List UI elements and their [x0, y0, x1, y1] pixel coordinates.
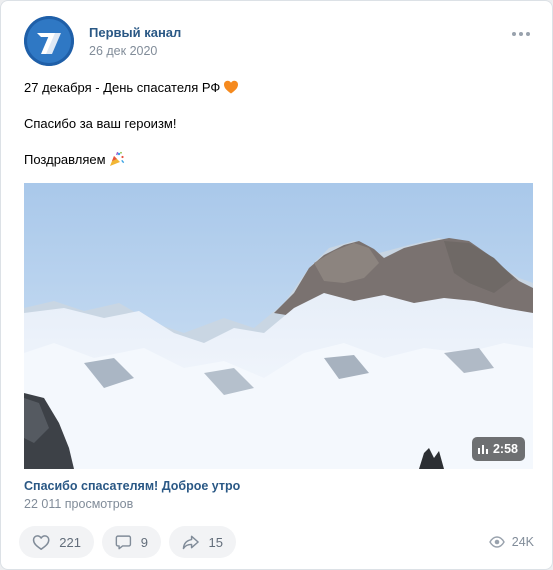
like-button[interactable]: 221 [19, 526, 94, 558]
share-icon [182, 535, 199, 550]
like-count: 221 [59, 534, 81, 550]
like-icon [32, 535, 50, 550]
comment-count: 9 [140, 534, 148, 550]
comment-button[interactable]: 9 [102, 526, 161, 558]
post-text-line-1: 27 декабря - День спасателя РФ [24, 79, 529, 97]
post-header: Первый канал 26 дек 2020 [24, 16, 534, 66]
post-text: 27 декабря - День спасателя РФ Спасибо з… [24, 79, 529, 169]
video-player[interactable]: 2:58 [24, 183, 533, 469]
video-thumbnail [24, 183, 533, 469]
share-button[interactable]: 15 [169, 526, 236, 558]
views-count: 24K [511, 535, 534, 549]
comment-icon [115, 535, 132, 550]
heart-emoji-icon [224, 80, 239, 94]
share-count: 15 [208, 534, 223, 550]
post-views: 24K [488, 534, 534, 550]
author-name[interactable]: Первый канал [89, 25, 181, 40]
post-actions: 221 9 15 [19, 526, 236, 558]
video-duration-badge: 2:58 [471, 437, 525, 461]
video-views: 22 011 просмотров [24, 497, 134, 511]
video-duration: 2:58 [492, 442, 518, 456]
post-text-line-3: Поздравляем [24, 151, 529, 169]
video-title[interactable]: Спасибо спасателям! Доброе утро [24, 479, 240, 493]
logo-icon [24, 16, 74, 66]
views-icon [488, 536, 505, 548]
more-icon[interactable] [512, 32, 530, 38]
avatar[interactable] [24, 16, 74, 66]
post-card: Первый канал 26 дек 2020 27 декабря - Де… [0, 0, 553, 570]
play-stats-icon [477, 445, 488, 454]
party-popper-emoji-icon [109, 151, 124, 166]
post-text-line-2: Спасибо за ваш героизм! [24, 116, 177, 131]
post-date[interactable]: 26 дек 2020 [89, 44, 157, 58]
